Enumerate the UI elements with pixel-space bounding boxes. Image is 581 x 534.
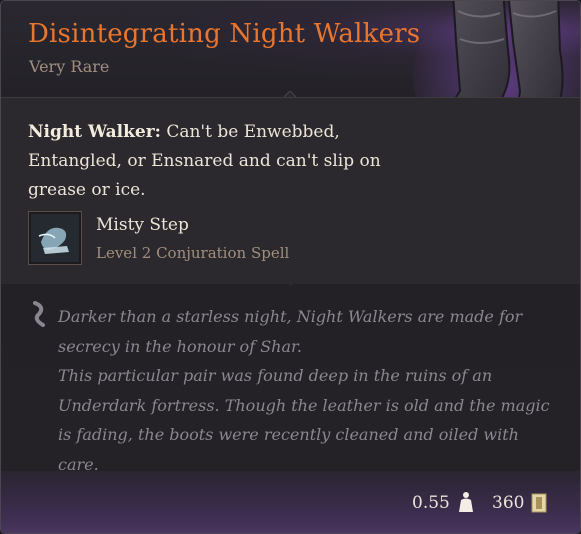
misty-step-icon[interactable] [28,211,82,265]
flavor-paragraph: Darker than a starless night, Night Walk… [58,307,523,356]
passive-label: Night Walker: [28,122,161,142]
flavor-text: Darker than a starless night, Night Walk… [58,302,558,479]
spell-name[interactable]: Misty Step [96,215,189,235]
weight-icon [459,492,473,512]
item-name: Disintegrating Night Walkers [28,19,421,49]
passive-description: Night Walker: Can't be Enwebbed, Entangl… [28,118,398,205]
spell-level: Level 2 Conjuration Spell [96,244,290,262]
item-value: 360 [492,493,525,513]
item-rarity: Very Rare [29,57,110,76]
quill-icon [33,301,45,327]
gold-coin-icon [531,493,547,513]
section-arrow-icon [284,279,298,287]
item-tooltip: Disintegrating Night Walkers Very Rare N… [0,0,581,534]
item-weight: 0.55 [412,493,450,513]
divider-notch-icon [284,91,296,98]
flavor-paragraph: This particular pair was found deep in t… [58,366,550,474]
